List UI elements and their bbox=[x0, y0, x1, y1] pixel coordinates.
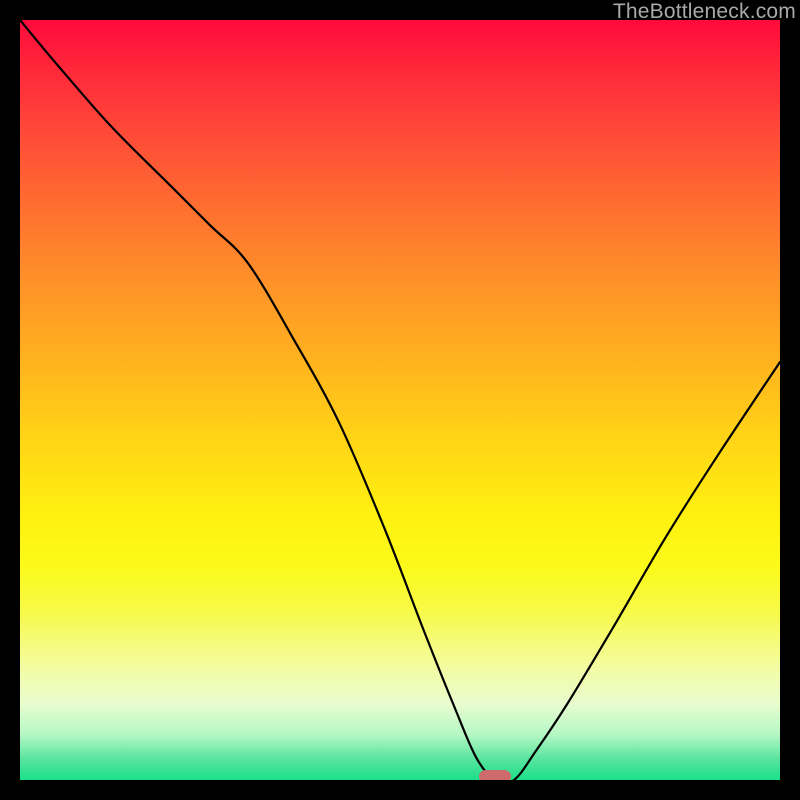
plot-area bbox=[20, 20, 780, 780]
curve-path bbox=[20, 20, 780, 780]
bottleneck-curve bbox=[20, 20, 780, 780]
optimal-marker bbox=[479, 770, 511, 780]
chart-frame: TheBottleneck.com bbox=[0, 0, 800, 800]
